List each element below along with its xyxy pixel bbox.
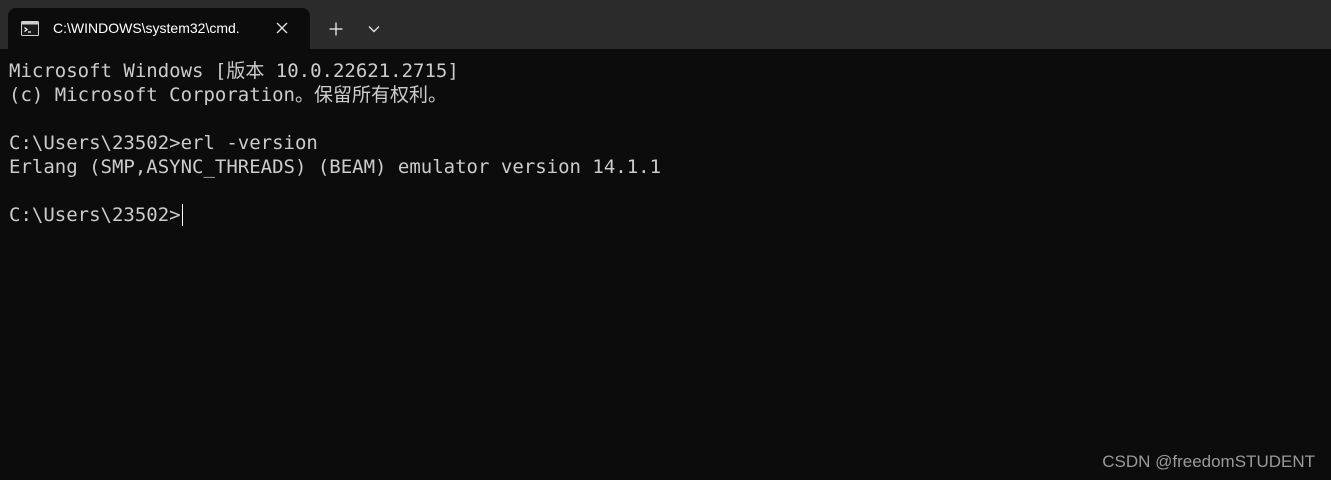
- prompt-line[interactable]: C:\Users\23502>: [9, 203, 661, 227]
- watermark: CSDN @freedomSTUDENT: [1102, 452, 1315, 471]
- tab-dropdown-button[interactable]: [358, 13, 390, 45]
- tab-close-button[interactable]: [270, 16, 294, 40]
- terminal-text: Microsoft Windows [版本 10.0.22621.2715] (…: [9, 59, 661, 227]
- prompt-text: C:\Users\23502>: [9, 204, 181, 226]
- terminal-window: C:\WINDOWS\system32\cmd. Microsoft Windo…: [0, 0, 1331, 480]
- terminal-line: C:\Users\23502>erl -version: [9, 132, 318, 154]
- close-icon: [276, 22, 288, 34]
- text-cursor: [181, 204, 183, 226]
- plus-icon: [329, 22, 343, 36]
- terminal-line: (c) Microsoft Corporation。保留所有权利。: [9, 84, 447, 106]
- terminal-line: Erlang (SMP,ASYNC_THREADS) (BEAM) emulat…: [9, 156, 662, 178]
- new-tab-button[interactable]: [320, 13, 352, 45]
- terminal-icon: [21, 21, 39, 36]
- terminal-line: Microsoft Windows [版本 10.0.22621.2715]: [9, 60, 459, 82]
- tab-bar: C:\WINDOWS\system32\cmd.: [0, 0, 1331, 49]
- chevron-down-icon: [368, 26, 380, 33]
- tab-cmd[interactable]: C:\WINDOWS\system32\cmd.: [8, 8, 310, 49]
- tab-title: C:\WINDOWS\system32\cmd.: [53, 20, 240, 36]
- terminal-output[interactable]: Microsoft Windows [版本 10.0.22621.2715] (…: [0, 49, 1331, 480]
